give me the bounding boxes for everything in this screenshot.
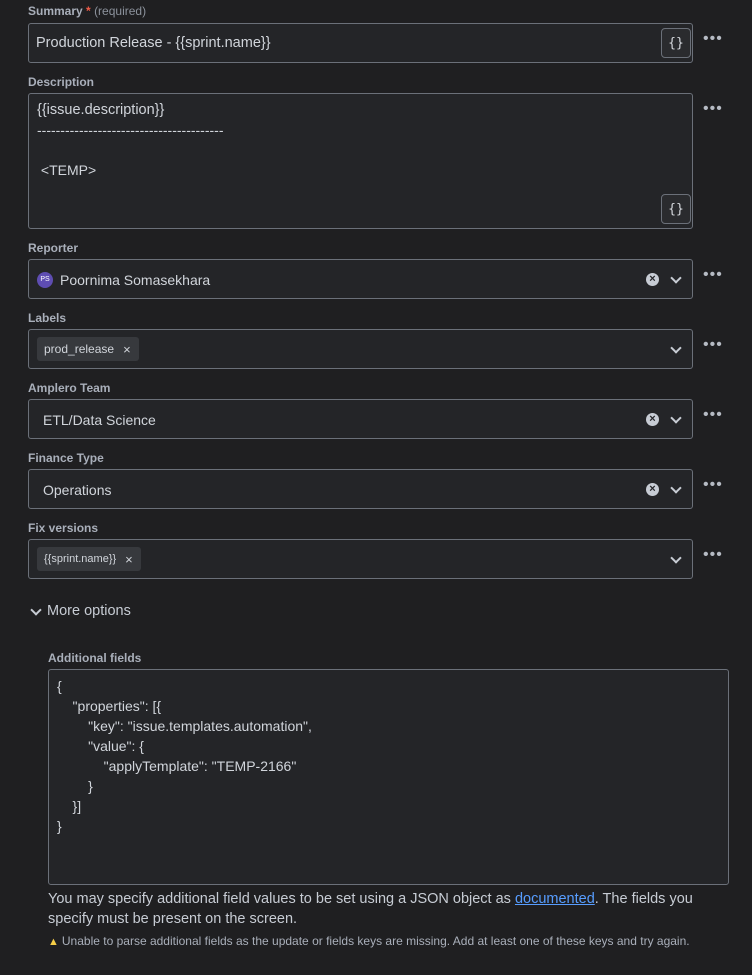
json-line: "value": { [57, 738, 144, 754]
additional-fields-textarea[interactable]: { "properties": [{ "key": "issue.templat… [48, 669, 729, 885]
fix-versions-more-icon[interactable]: ••• [703, 547, 725, 563]
description-smart-value-button[interactable]: {} [661, 194, 691, 224]
fix-version-chip: {{sprint.name}} × [37, 547, 141, 571]
additional-fields-help: You may specify additional field values … [48, 889, 738, 929]
summary-smart-value-button[interactable]: {} [661, 28, 691, 58]
team-label: Amplero Team [28, 381, 111, 395]
warning-icon: ▲ [48, 936, 59, 948]
labels-more-icon[interactable]: ••• [703, 337, 725, 353]
required-star: * [86, 4, 91, 18]
summary-label-text: Summary [28, 4, 83, 18]
description-more-icon[interactable]: ••• [703, 101, 725, 117]
chevron-down-icon[interactable] [670, 412, 682, 424]
additional-fields-label: Additional fields [48, 651, 142, 665]
json-line: } [57, 818, 62, 834]
reporter-value: Poornima Somasekhara [60, 272, 211, 288]
team-more-icon[interactable]: ••• [703, 407, 725, 423]
clear-icon[interactable]: × [646, 483, 659, 496]
team-select[interactable]: ETL/Data Science × [28, 399, 693, 439]
more-options-label: More options [47, 603, 131, 619]
label-chip: prod_release × [37, 337, 139, 361]
clear-icon[interactable]: × [646, 413, 659, 426]
json-line: { [57, 678, 62, 694]
json-line: "key": "issue.templates.automation", [57, 718, 312, 734]
json-line: "applyTemplate": "TEMP-2166" [57, 758, 297, 774]
fix-versions-select[interactable]: {{sprint.name}} × [28, 539, 693, 579]
finance-label: Finance Type [28, 451, 104, 465]
labels-label: Labels [28, 311, 67, 325]
json-line: }] [57, 798, 82, 814]
warning-text: Unable to parse additional fields as the… [61, 934, 690, 948]
label-chip-text: prod_release [44, 342, 115, 356]
summary-label: Summary * (required) [28, 4, 146, 18]
reporter-more-icon[interactable]: ••• [703, 267, 725, 283]
remove-chip-icon[interactable]: × [123, 342, 131, 357]
labels-select[interactable]: prod_release × [28, 329, 693, 369]
finance-value: Operations [43, 482, 112, 498]
avatar: PS [37, 272, 53, 288]
summary-value: Production Release - {{sprint.name}} [36, 35, 271, 51]
reporter-label: Reporter [28, 241, 79, 255]
finance-select[interactable]: Operations × [28, 469, 693, 509]
description-label: Description [28, 75, 95, 89]
clear-icon[interactable]: × [646, 273, 659, 286]
finance-more-icon[interactable]: ••• [703, 477, 725, 493]
fix-versions-label: Fix versions [28, 521, 99, 535]
description-line: ---------------------------------------- [37, 122, 224, 138]
parse-warning: ▲ Unable to parse additional fields as th… [48, 934, 690, 948]
help-text-before: You may specify additional field values … [48, 891, 515, 907]
summary-more-icon[interactable]: ••• [703, 31, 725, 47]
team-value: ETL/Data Science [43, 412, 156, 428]
description-line: {{issue.description}} [37, 102, 165, 118]
chevron-down-icon[interactable] [670, 272, 682, 284]
remove-chip-icon[interactable]: × [125, 552, 133, 567]
required-text: (required) [94, 4, 147, 18]
chevron-down-icon[interactable] [670, 552, 682, 564]
chevron-down-icon[interactable] [670, 342, 682, 354]
fix-version-chip-text: {{sprint.name}} [44, 553, 117, 565]
summary-input[interactable]: Production Release - {{sprint.name}} {} [28, 23, 693, 63]
reporter-select[interactable]: PS Poornima Somasekhara × [28, 259, 693, 299]
description-textarea[interactable]: {{issue.description}} ------------------… [28, 93, 693, 229]
chevron-down-icon[interactable] [670, 482, 682, 494]
description-line: <TEMP> [37, 162, 97, 178]
documented-link[interactable]: documented [515, 891, 595, 907]
chevron-down-icon [30, 604, 42, 616]
json-line: "properties": [{ [57, 698, 162, 714]
json-line: } [57, 778, 93, 794]
